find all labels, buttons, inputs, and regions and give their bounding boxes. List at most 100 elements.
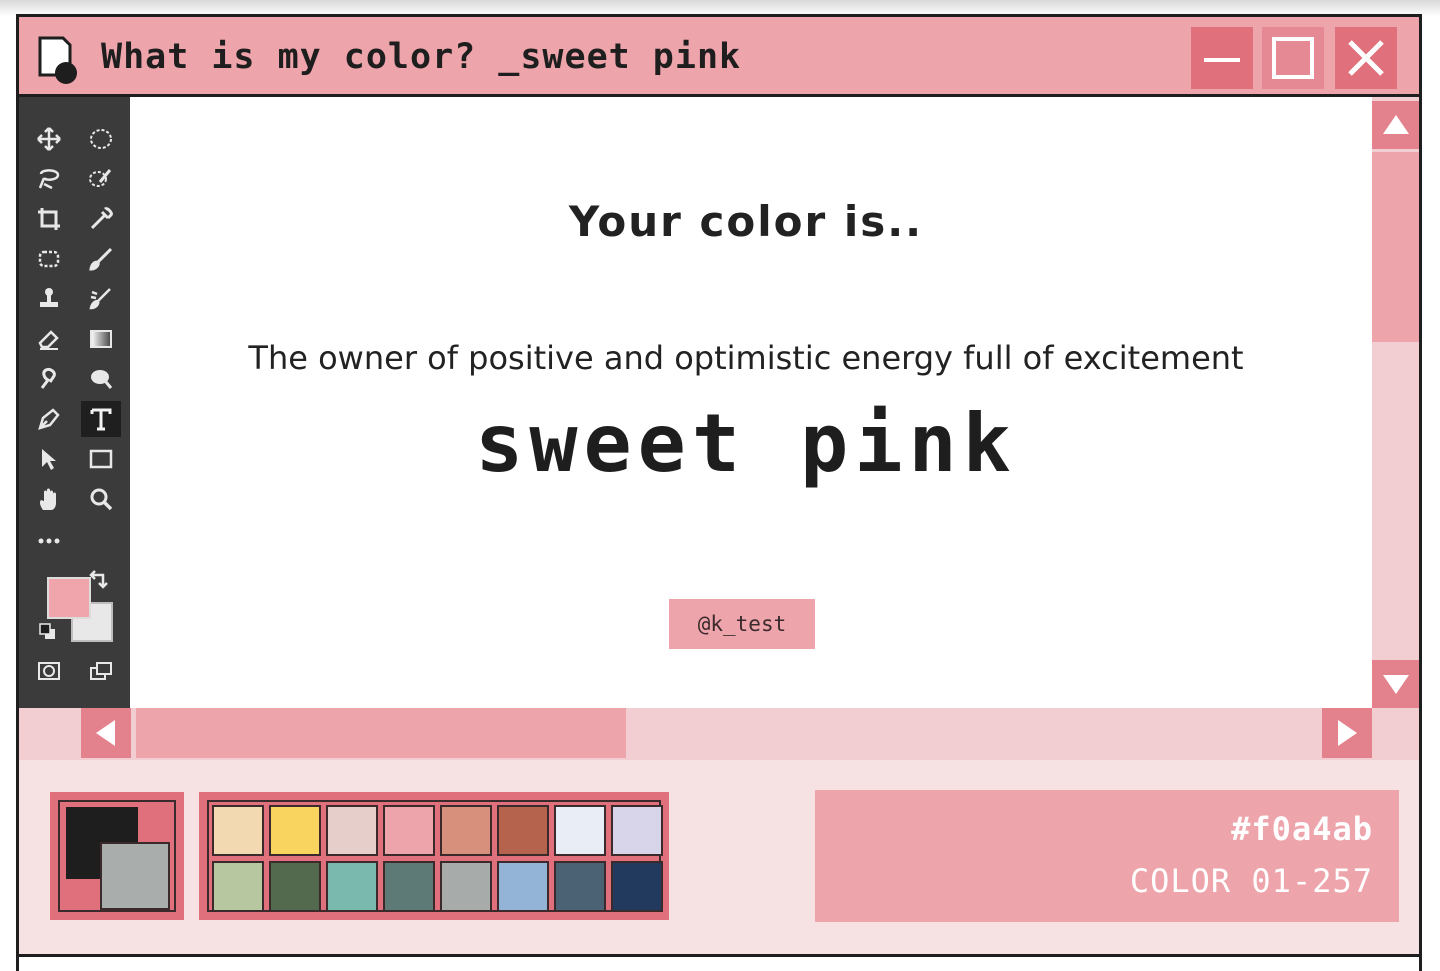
palette-swatch[interactable] — [611, 861, 663, 912]
path-selection-tool[interactable] — [29, 441, 69, 477]
scroll-down-button[interactable] — [1372, 660, 1419, 708]
more-tools-icon — [38, 538, 60, 544]
rectangle-tool[interactable] — [81, 441, 121, 477]
arrow-right-icon — [1338, 720, 1357, 746]
arrow-up-icon — [1382, 115, 1409, 134]
patch-tool[interactable] — [29, 241, 69, 277]
zoom-icon — [90, 488, 113, 511]
hand-icon — [39, 488, 56, 510]
minimize-button[interactable] — [1191, 27, 1253, 89]
eraser-icon — [38, 330, 59, 350]
close-icon — [1348, 40, 1384, 76]
move-icon — [37, 127, 61, 151]
palette-swatch[interactable] — [326, 805, 378, 856]
pen-icon — [38, 408, 60, 430]
dodge-tool[interactable] — [81, 361, 121, 397]
palette-swatch[interactable] — [269, 805, 321, 856]
default-colors-button[interactable] — [35, 619, 61, 645]
healing-patch-icon — [38, 250, 60, 268]
maximize-button[interactable] — [1262, 27, 1324, 89]
horizontal-scroll-thumb[interactable] — [136, 708, 626, 758]
color-name: sweet pink — [475, 397, 1017, 490]
result-heading: Your color is.. — [568, 197, 924, 246]
history-brush-icon — [89, 288, 111, 310]
brush-tool[interactable] — [81, 241, 121, 277]
palette-swatch[interactable] — [383, 805, 435, 856]
arrow-left-icon — [96, 720, 115, 746]
lasso-icon — [38, 169, 60, 190]
type-icon — [90, 408, 112, 431]
zoom-tool[interactable] — [81, 481, 121, 517]
smudge-icon — [40, 368, 56, 389]
maximize-icon — [1272, 37, 1314, 79]
ellipse-marquee-tool[interactable] — [81, 121, 121, 157]
crop-icon — [38, 208, 60, 230]
color-description: The owner of positive and optimistic ene… — [248, 339, 1244, 377]
app-document-icon — [37, 35, 81, 85]
stamp-tool[interactable] — [29, 281, 69, 317]
palette-swatch[interactable] — [554, 861, 606, 912]
current-colors-box — [50, 792, 184, 920]
screen-mode-button[interactable] — [81, 653, 121, 689]
crop-tool[interactable] — [29, 201, 69, 237]
palette-swatch[interactable] — [497, 805, 549, 856]
brush-icon — [89, 247, 113, 271]
window-bottom-edge — [16, 954, 1422, 971]
window-title: What is my color? _sweet pink — [101, 37, 742, 77]
quick-selection-tool[interactable] — [81, 161, 121, 197]
hand-tool[interactable] — [29, 481, 69, 517]
quick-mask-icon — [38, 662, 60, 680]
ellipse-marquee-icon — [90, 129, 112, 149]
scroll-right-button[interactable] — [1322, 708, 1372, 758]
color-swatch-grid — [199, 792, 669, 920]
path-selection-icon — [42, 449, 56, 470]
color-info-panel: #f0a4ab COLOR 01-257 — [815, 790, 1399, 922]
palette-swatch[interactable] — [326, 861, 378, 912]
palette-swatch[interactable] — [212, 805, 264, 856]
color-code: COLOR 01-257 — [1129, 862, 1373, 900]
palette-swatch[interactable] — [383, 861, 435, 912]
toolbox-panel — [19, 97, 130, 708]
palette-swatch[interactable] — [554, 805, 606, 856]
swap-colors-icon — [89, 570, 108, 589]
canvas-area[interactable]: Your color is.. The owner of positive an… — [130, 97, 1372, 708]
eraser-tool[interactable] — [29, 321, 69, 357]
quick-mask-button[interactable] — [29, 653, 69, 689]
eyedropper-icon — [90, 207, 113, 230]
hex-code: #f0a4ab — [1231, 810, 1373, 848]
horizontal-scrollbar[interactable] — [19, 708, 1419, 760]
move-tool[interactable] — [29, 121, 69, 157]
title-bar[interactable]: What is my color? _sweet pink — [19, 17, 1419, 97]
history-brush-tool[interactable] — [81, 281, 121, 317]
gradient-tool[interactable] — [81, 321, 121, 357]
account-handle-tag[interactable]: @k_test — [669, 599, 815, 649]
app-window: What is my color? _sweet pink Your color… — [16, 14, 1422, 954]
palette-swatch[interactable] — [269, 861, 321, 912]
scroll-up-button[interactable] — [1372, 101, 1419, 149]
quick-selection-icon — [89, 169, 112, 187]
scroll-left-button[interactable] — [81, 708, 131, 758]
smudge-tool[interactable] — [29, 361, 69, 397]
stamp-icon — [40, 288, 58, 307]
more-tools-button[interactable] — [29, 523, 69, 559]
default-colors-icon — [39, 623, 55, 639]
current-background-swatch[interactable] — [100, 842, 170, 910]
pen-tool[interactable] — [29, 401, 69, 437]
eyedropper-tool[interactable] — [81, 201, 121, 237]
palette-swatch[interactable] — [440, 861, 492, 912]
palette-swatch[interactable] — [440, 805, 492, 856]
palette-swatch[interactable] — [497, 861, 549, 912]
vertical-scrollbar[interactable] — [1372, 97, 1419, 708]
rectangle-icon — [89, 449, 113, 469]
dodge-icon — [91, 370, 113, 389]
arrow-down-icon — [1382, 675, 1409, 694]
screen-mode-icon — [90, 662, 112, 680]
gradient-icon — [90, 330, 112, 348]
vertical-scroll-thumb[interactable] — [1372, 152, 1419, 342]
palette-swatch[interactable] — [212, 861, 264, 912]
close-button[interactable] — [1335, 27, 1397, 89]
palette-swatch[interactable] — [611, 805, 663, 856]
lasso-tool[interactable] — [29, 161, 69, 197]
swap-colors-button[interactable] — [85, 567, 111, 593]
type-tool[interactable] — [81, 401, 121, 437]
